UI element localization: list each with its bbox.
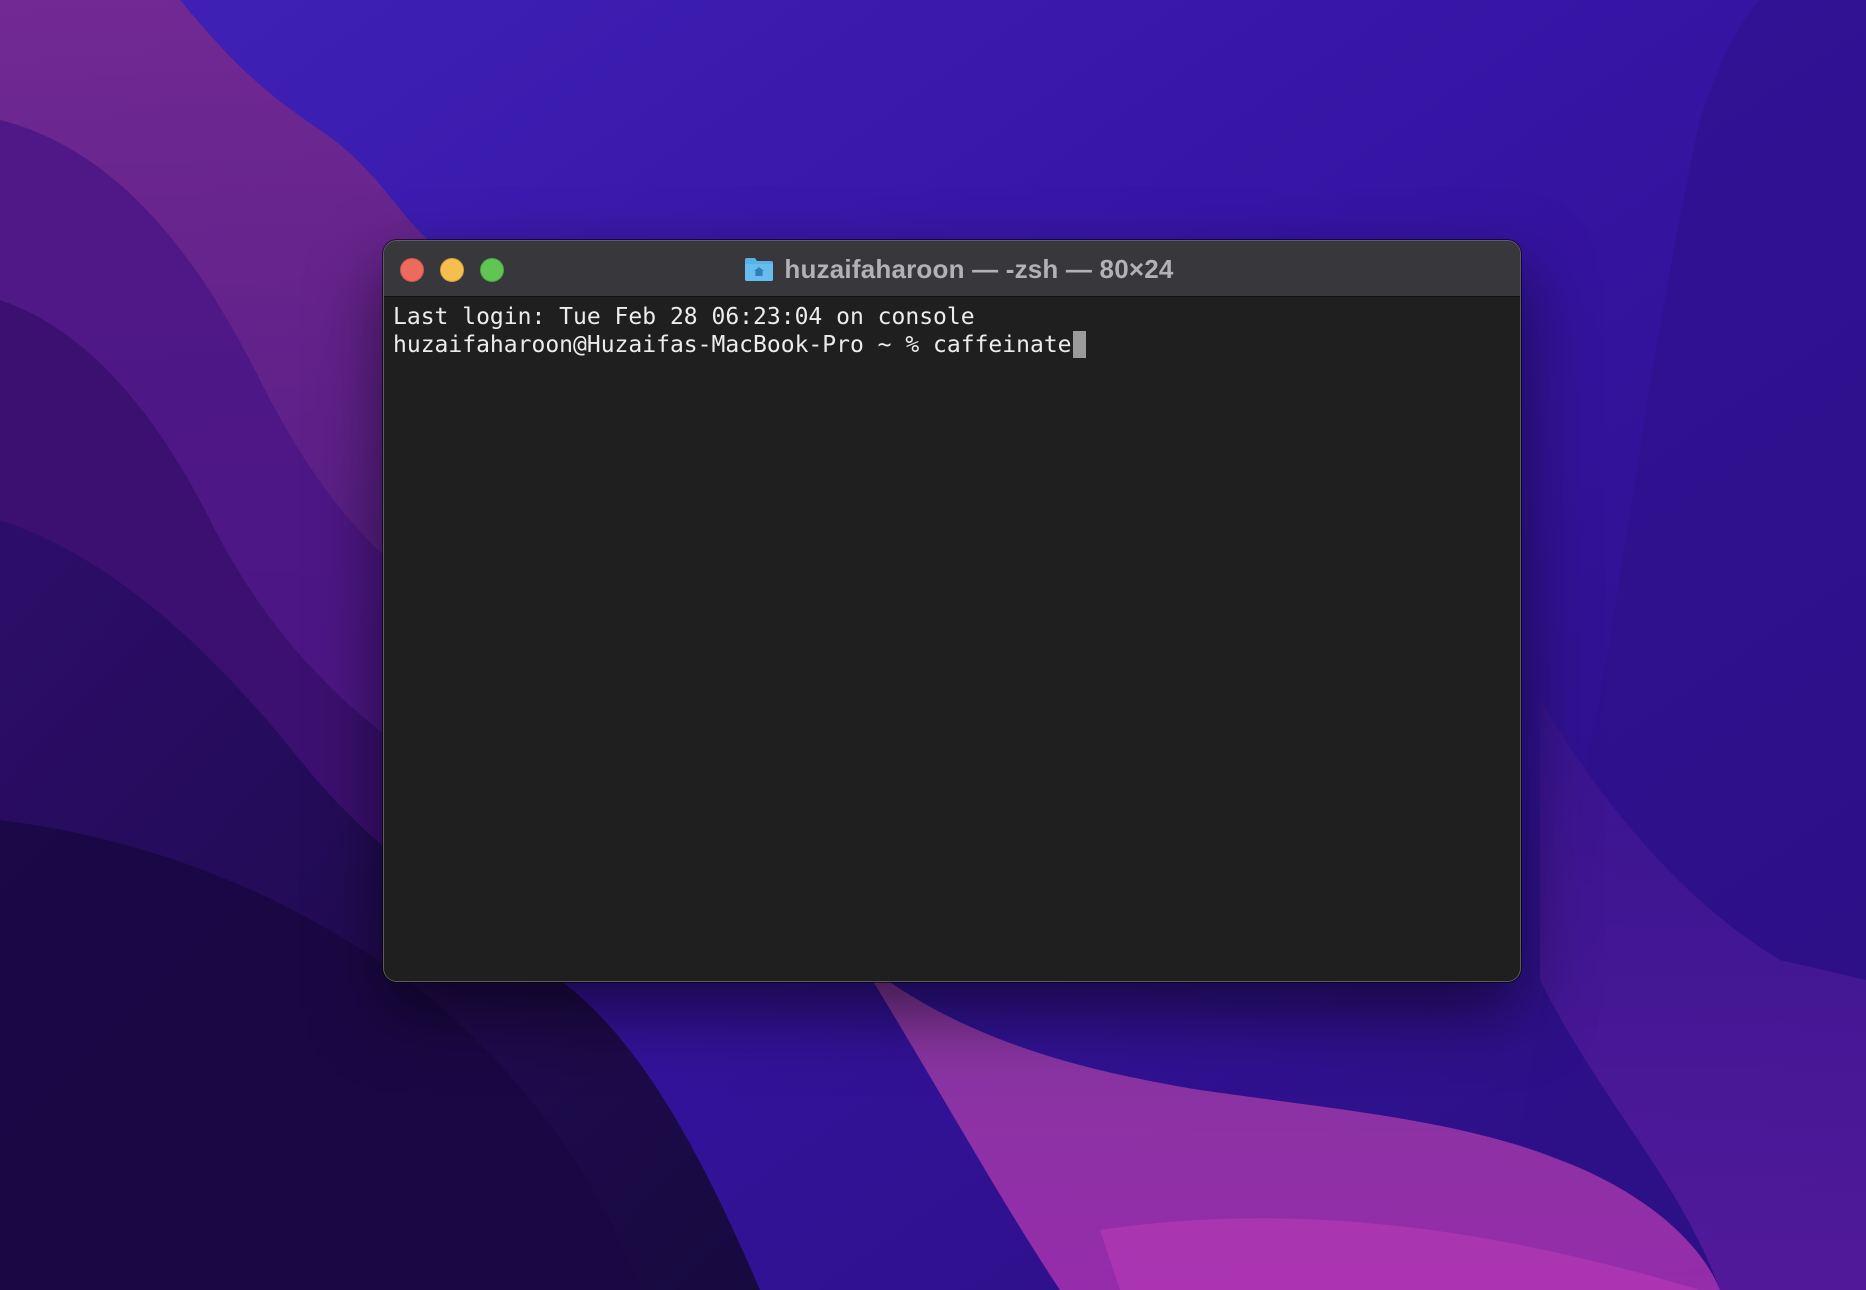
window-title-group: huzaifaharoon — -zsh — 80×24 — [384, 241, 1520, 297]
text-cursor — [1072, 331, 1086, 358]
window-title: huzaifaharoon — -zsh — 80×24 — [784, 253, 1174, 284]
shell-prompt: huzaifaharoon@Huzaifas-MacBook-Pro ~ % — [393, 332, 934, 358]
terminal-window[interactable]: huzaifaharoon — -zsh — 80×24 Last login:… — [383, 240, 1521, 982]
command-input[interactable]: caffeinate — [933, 332, 1071, 358]
window-titlebar[interactable]: huzaifaharoon — -zsh — 80×24 — [384, 241, 1520, 297]
command-line[interactable]: huzaifaharoon@Huzaifas-MacBook-Pro ~ % c… — [393, 331, 1520, 359]
home-folder-icon — [744, 256, 774, 282]
last-login-line: Last login: Tue Feb 28 06:23:04 on conso… — [393, 304, 975, 330]
terminal-content[interactable]: Last login: Tue Feb 28 06:23:04 on conso… — [384, 297, 1520, 981]
